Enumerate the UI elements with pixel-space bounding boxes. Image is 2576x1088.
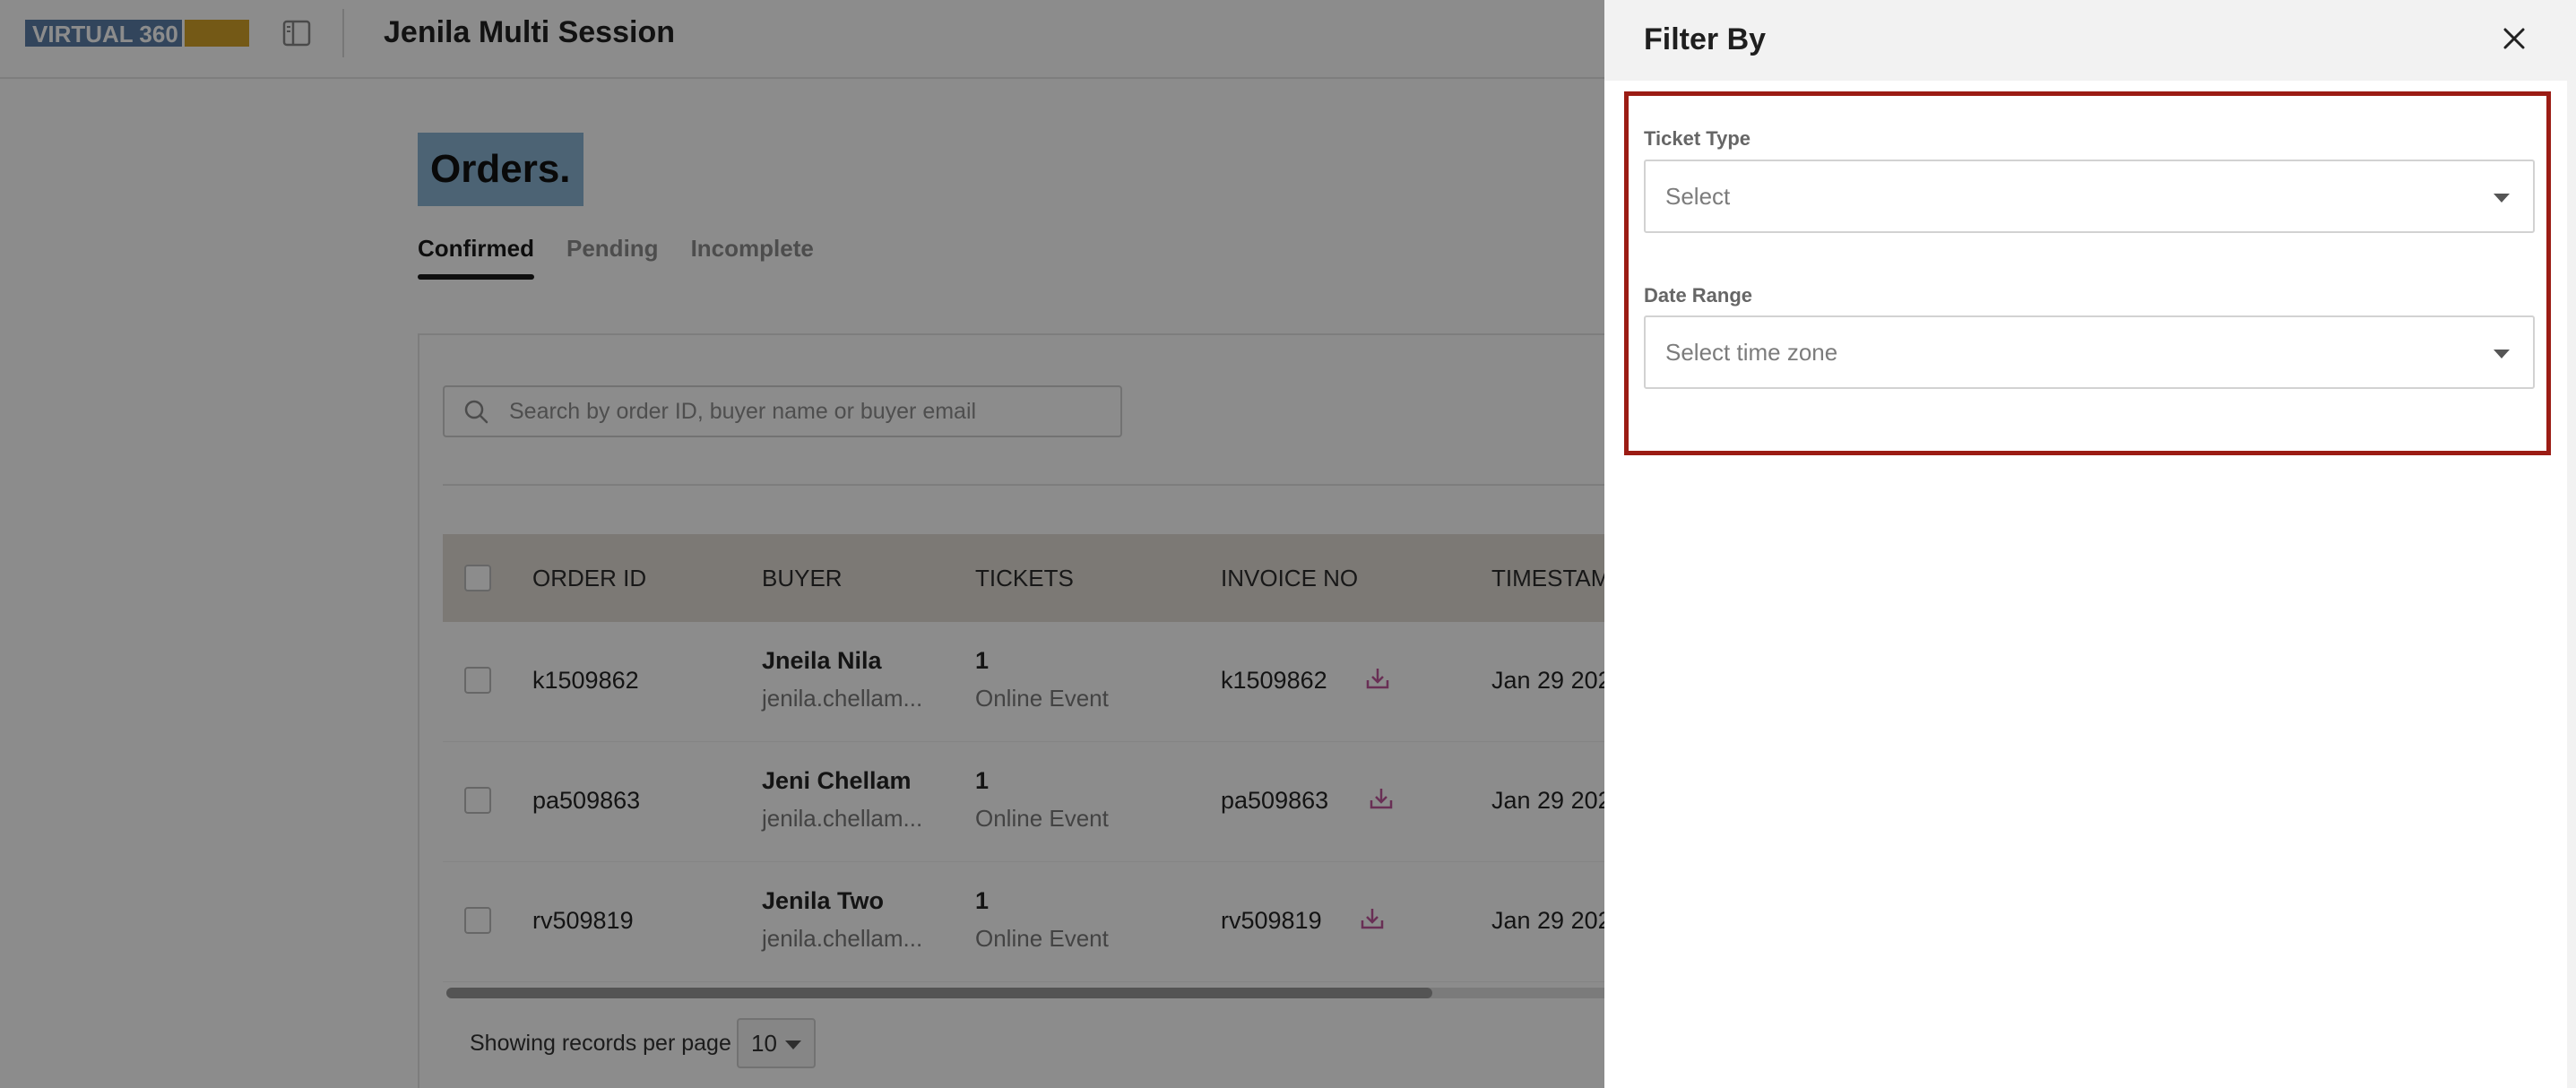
- date-range-select[interactable]: Select time zone: [1644, 315, 2535, 389]
- ticket-type-placeholder: Select: [1665, 182, 1731, 210]
- drawer-scrollbar[interactable]: [2567, 0, 2576, 1088]
- date-range-placeholder: Select time zone: [1665, 338, 1838, 366]
- chevron-down-icon: [2494, 194, 2510, 203]
- ticket-type-label: Ticket Type: [1644, 127, 1751, 150]
- ticket-type-select[interactable]: Select: [1644, 160, 2535, 233]
- chevron-down-icon: [2494, 350, 2510, 358]
- date-range-label: Date Range: [1644, 284, 1753, 307]
- modal-backdrop[interactable]: [0, 0, 1604, 1088]
- close-icon[interactable]: [2499, 23, 2529, 54]
- filter-drawer: Filter By Ticket Type Select Date Range …: [1604, 0, 2576, 1088]
- drawer-title: Filter By: [1644, 22, 1767, 56]
- drawer-header: Filter By: [1604, 0, 2576, 81]
- filter-highlight-box: [1624, 91, 2551, 455]
